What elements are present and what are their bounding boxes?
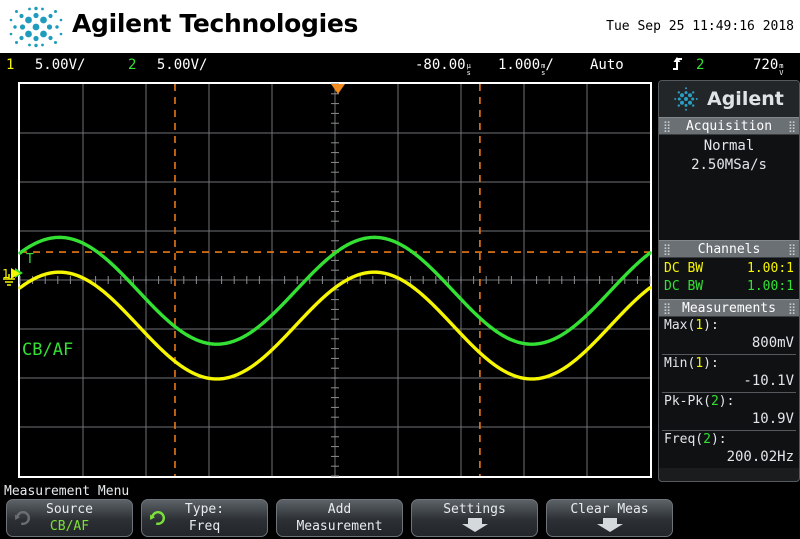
timebase-readout[interactable]: 1.000 m s / [498, 57, 554, 78]
measurement-item-4[interactable]: Freq(2): 200.02Hz [662, 431, 796, 468]
channels-section-header[interactable]: ⣿ Channels ⣿ [659, 240, 799, 258]
timebase-unit-base: s [541, 69, 546, 77]
softkey-line1: Source [46, 502, 93, 517]
softkey-row: Source CB/AF Type: Freq Add Measurement Settin… [6, 499, 794, 537]
softkey-line1: Type: [184, 502, 225, 517]
measurement-label: Max(1): [664, 318, 719, 333]
measurement-item-1[interactable]: Max(1): 800mV [662, 317, 796, 355]
waveform-display[interactable]: T 1 CB/AF [0, 78, 658, 482]
ch2-trace [18, 235, 652, 346]
ch2-scale: 5.00V/ [156, 57, 208, 73]
trigger-level-readout[interactable]: 720 m V [753, 57, 784, 78]
grip-right-icon: ⣿ [787, 301, 796, 315]
arrow-down-icon [547, 518, 672, 537]
brand-title: Agilent Technologies [72, 9, 359, 38]
measurements-body: Max(1): 800mV Min(1): -10.1V Pk-Pk(2): 10.9V F… [659, 317, 799, 468]
grip-right-icon: ⣿ [787, 242, 796, 256]
ground-symbol-icon [3, 274, 15, 286]
oscilloscope-screen: Agilent Technologies Tue Sep 25 11:49:16… [0, 0, 800, 539]
agilent-starburst-icon [673, 86, 699, 112]
sidebar-brand: Agilent [707, 88, 784, 110]
softkey-line1: Settings [443, 502, 506, 517]
delay-unit-base: s [466, 69, 471, 77]
measurement-label: Freq(2): [664, 432, 727, 447]
channels-body: DC BW 1.00:1 DC BW 1.00:1 [659, 258, 799, 299]
acquisition-rate: 2.50MSa/s [691, 157, 767, 173]
softkey-line2: Freq [188, 519, 221, 534]
channel-row-1[interactable]: DC BW 1.00:1 [663, 260, 795, 278]
measurement-value: 10.9V [751, 411, 794, 427]
measurement-channel: 2 [710, 394, 719, 409]
datetime-readout: Tue Sep 25 11:49:16 2018 [606, 19, 794, 34]
acquisition-body: Normal 2.50MSa/s [659, 135, 799, 240]
window-header: Agilent Technologies Tue Sep 25 11:49:16… [0, 0, 800, 53]
grip-left-icon: ⣿ [663, 242, 671, 256]
measurement-label: Min(1): [664, 356, 719, 371]
softkey-settings[interactable]: Settings [411, 499, 538, 537]
measurement-channel: 1 [695, 318, 704, 333]
softkey-line1: Add [327, 502, 352, 517]
sidebar-logo: Agilent [659, 81, 799, 117]
timebase-unit: ms [541, 63, 545, 77]
softkey-line2: Measurement [296, 519, 383, 534]
grip-left-icon: ⣿ [663, 301, 671, 315]
softkey-clear-meas[interactable]: Clear Meas [546, 499, 673, 537]
channel-probe-ratio: 1.00:1 [747, 261, 794, 276]
measurement-item-3[interactable]: Pk-Pk(2): 10.9V [662, 393, 796, 431]
acquisition-section-header[interactable]: ⣿ Acquisition ⣿ [659, 117, 799, 135]
channel-row-2[interactable]: DC BW 1.00:1 [663, 278, 795, 296]
menu-title: Measurement Menu [4, 484, 130, 499]
info-sidebar: Agilent ⣿ Acquisition ⣿ Normal 2.50MSa/s… [658, 80, 800, 482]
measurements-section-header[interactable]: ⣿ Measurements ⣿ [659, 299, 799, 317]
ch2-indicator[interactable]: 2 5.00V/ [128, 57, 207, 73]
measurement-value: 200.02Hz [726, 449, 794, 465]
ch2-number: 2 [128, 57, 137, 73]
agilent-starburst-icon [8, 5, 64, 49]
trigger-level-unit: mV [779, 63, 783, 77]
measurement-value: -10.1V [743, 373, 794, 389]
measurements-title: Measurements [682, 300, 776, 316]
measurement-value: 800mV [751, 335, 794, 351]
acquisition-title: Acquisition [685, 118, 773, 134]
softkey-add[interactable]: Add Measurement [276, 499, 403, 537]
timebase-value: 1.000 [498, 57, 541, 73]
channel-coupling: DC BW [664, 279, 704, 294]
delay-unit: μs [467, 63, 471, 77]
trigger-level-value: 720 [753, 57, 779, 73]
waveform-traces [18, 235, 652, 381]
delay-readout[interactable]: -80.00 μ s [415, 57, 471, 78]
softkey-line1: Clear Meas [570, 502, 649, 517]
ch1-scale: 5.00V/ [34, 57, 86, 73]
arrow-down-icon [412, 518, 537, 537]
rising-edge-trigger-icon[interactable] [672, 56, 685, 75]
grip-left-icon: ⣿ [663, 119, 671, 133]
delay-value: -80.00 [415, 57, 466, 73]
measurement-label: Pk-Pk(2): [664, 394, 735, 409]
source-label: CB/AF [22, 340, 74, 360]
trigger-level-marker-T[interactable]: T [26, 253, 34, 266]
trigger-source[interactable]: 2 [696, 57, 704, 73]
measurement-channel: 2 [703, 432, 711, 447]
softkey-type[interactable]: Type: Freq [141, 499, 268, 537]
channels-title: Channels [697, 241, 761, 257]
settings-bar: 1 5.00V/ 2 5.00V/ -80.00 μ s 1.000 m s / Auto… [0, 53, 800, 78]
trigger-unit-base: V [779, 69, 784, 77]
channel-probe-ratio: 1.00:1 [747, 279, 794, 294]
acquisition-filler [663, 175, 795, 237]
channel-coupling: DC BW [664, 261, 704, 276]
acquisition-mode: Normal [703, 138, 755, 154]
softkey-source[interactable]: Source CB/AF [6, 499, 133, 537]
measurement-item-2[interactable]: Min(1): -10.1V [662, 355, 796, 393]
grip-right-icon: ⣿ [787, 119, 796, 133]
timebase-suffix: / [545, 57, 554, 73]
ch1-number: 1 [6, 57, 15, 73]
softkey-line2: CB/AF [49, 519, 90, 534]
sweep-mode[interactable]: Auto [590, 57, 624, 73]
ch1-indicator[interactable]: 1 5.00V/ [6, 57, 85, 73]
measurement-channel: 1 [695, 356, 704, 371]
ch1-trace [18, 270, 652, 381]
